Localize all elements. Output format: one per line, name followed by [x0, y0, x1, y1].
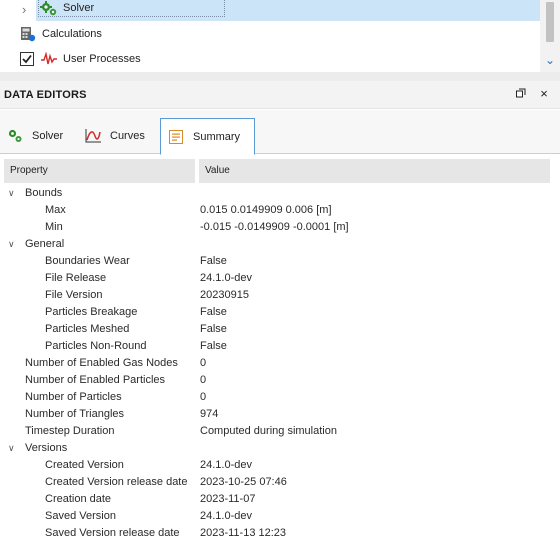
- expand-chevron-icon[interactable]: ∨: [8, 236, 18, 253]
- panel-header: DATA EDITORS ×: [0, 81, 560, 109]
- property-row[interactable]: Number of Triangles 974: [0, 406, 560, 423]
- property-value: 24.1.0-dev: [200, 459, 252, 471]
- tab-summary[interactable]: Summary: [160, 118, 255, 155]
- gears-icon: [40, 1, 58, 17]
- panel-separator: [0, 72, 560, 81]
- property-value: 24.1.0-dev: [200, 510, 252, 522]
- property-name: Number of Enabled Particles: [25, 374, 166, 386]
- property-name: Created Version release date: [45, 476, 188, 488]
- property-name: Particles Meshed: [45, 323, 130, 335]
- property-row[interactable]: Number of Enabled Gas Nodes 0: [0, 355, 560, 372]
- property-row[interactable]: Max 0.015 0.0149909 0.006 [m]: [0, 202, 560, 219]
- property-name: Saved Version: [45, 510, 116, 522]
- grid-rows: ∨ Bounds Max 0.015 0.0149909 0.006 [m] Min -0…: [0, 185, 560, 542]
- column-header-property[interactable]: Property: [4, 159, 195, 183]
- tree-item-solver[interactable]: Solver: [36, 0, 540, 21]
- tree-item-calculations[interactable]: Calculations: [20, 22, 102, 46]
- property-value: 0: [200, 391, 207, 403]
- property-row[interactable]: Saved Version 24.1.0-dev: [0, 508, 560, 525]
- scrollbar-thumb[interactable]: [546, 2, 554, 42]
- property-name: File Release: [45, 272, 107, 284]
- tree-scrollbar[interactable]: ⌄: [540, 0, 560, 72]
- property-name: Creation date: [45, 493, 112, 505]
- grid-header: Property Value: [4, 159, 550, 183]
- property-name: Min: [45, 221, 63, 233]
- tab-label: Solver: [32, 130, 64, 142]
- tree-item-label: Solver: [63, 2, 95, 14]
- property-value: Computed during simulation: [200, 425, 337, 437]
- float-window-icon[interactable]: [514, 87, 528, 101]
- scroll-down-icon[interactable]: ⌄: [544, 54, 556, 66]
- property-row[interactable]: Min -0.015 -0.0149909 -0.0001 [m]: [0, 219, 560, 236]
- project-tree: Solver › Calculations User Processes ⌄: [0, 0, 560, 72]
- gears-icon: [6, 127, 24, 145]
- property-value: 2023-10-25 07:46: [200, 476, 287, 488]
- group-row[interactable]: ∨ Bounds: [0, 185, 560, 202]
- editor-tabs: Solver Curves Summary: [0, 110, 560, 155]
- checkbox-checked-icon[interactable]: [20, 52, 34, 66]
- property-value: 2023-11-07: [200, 493, 256, 505]
- property-name: Versions: [25, 442, 68, 454]
- tree-item-label: User Processes: [63, 53, 141, 65]
- property-name: Particles Breakage: [45, 306, 138, 318]
- process-wave-icon: [40, 51, 58, 66]
- expand-chevron-icon[interactable]: ∨: [8, 440, 18, 457]
- property-row[interactable]: File Release 24.1.0-dev: [0, 270, 560, 287]
- tab-label: Summary: [193, 130, 241, 143]
- property-name: Number of Enabled Gas Nodes: [25, 357, 178, 369]
- tree-item-label: Calculations: [42, 28, 102, 40]
- property-name: File Version: [45, 289, 103, 301]
- property-grid: Property Value ∨ Bounds Max 0.015 0.0149909…: [0, 155, 560, 544]
- group-row[interactable]: ∨ Versions: [0, 440, 560, 457]
- tab-label: Curves: [110, 130, 145, 142]
- property-row[interactable]: Created Version release date 2023-10-25 0…: [0, 474, 560, 491]
- property-row[interactable]: Particles Breakage False: [0, 304, 560, 321]
- property-value: 24.1.0-dev: [200, 272, 252, 284]
- property-name: Max: [45, 204, 66, 216]
- property-value: False: [200, 323, 227, 335]
- property-name: Boundaries Wear: [45, 255, 130, 267]
- property-row[interactable]: File Version 20230915: [0, 287, 560, 304]
- tree-item-user-processes[interactable]: User Processes: [20, 47, 141, 71]
- calculator-icon: [20, 26, 36, 42]
- column-header-value[interactable]: Value: [199, 159, 550, 183]
- property-name: Number of Particles: [25, 391, 122, 403]
- property-row[interactable]: Particles Meshed False: [0, 321, 560, 338]
- property-name: General: [25, 238, 65, 250]
- property-row[interactable]: Creation date 2023-11-07: [0, 491, 560, 508]
- property-row[interactable]: Number of Particles 0: [0, 389, 560, 406]
- property-value: 0: [200, 357, 207, 369]
- property-value: 0: [200, 374, 207, 386]
- property-value: False: [200, 255, 227, 267]
- property-value: False: [200, 306, 227, 318]
- property-name: Timestep Duration: [25, 425, 115, 437]
- property-row[interactable]: Timestep Duration Computed during simulat…: [0, 423, 560, 440]
- panel-title: DATA EDITORS: [4, 89, 87, 101]
- tab-curves[interactable]: Curves: [78, 118, 160, 154]
- property-row[interactable]: Boundaries Wear False: [0, 253, 560, 270]
- property-name: Number of Triangles: [25, 408, 125, 420]
- property-row[interactable]: Number of Enabled Particles 0: [0, 372, 560, 389]
- property-value: -0.015 -0.0149909 -0.0001 [m]: [200, 221, 349, 233]
- property-name: Saved Version release date: [45, 527, 180, 539]
- chevron-right-icon[interactable]: ›: [22, 3, 34, 17]
- property-row[interactable]: Particles Non-Round False: [0, 338, 560, 355]
- property-name: Particles Non-Round: [45, 340, 147, 352]
- expand-chevron-icon[interactable]: ∨: [8, 185, 18, 202]
- property-row[interactable]: Saved Version release date 2023-11-13 12:…: [0, 525, 560, 542]
- property-value: 974: [200, 408, 219, 420]
- property-value: 2023-11-13 12:23: [200, 527, 287, 539]
- property-name: Created Version: [45, 459, 124, 471]
- property-value: 20230915: [200, 289, 249, 301]
- group-row[interactable]: ∨ General: [0, 236, 560, 253]
- property-row[interactable]: Created Version 24.1.0-dev: [0, 457, 560, 474]
- property-name: Bounds: [25, 187, 63, 199]
- close-icon[interactable]: ×: [537, 87, 551, 101]
- property-value: False: [200, 340, 227, 352]
- chart-curve-icon: [84, 127, 102, 145]
- property-value: 0.015 0.0149909 0.006 [m]: [200, 204, 332, 216]
- summary-document-icon: [167, 128, 185, 146]
- tab-solver[interactable]: Solver: [0, 118, 78, 154]
